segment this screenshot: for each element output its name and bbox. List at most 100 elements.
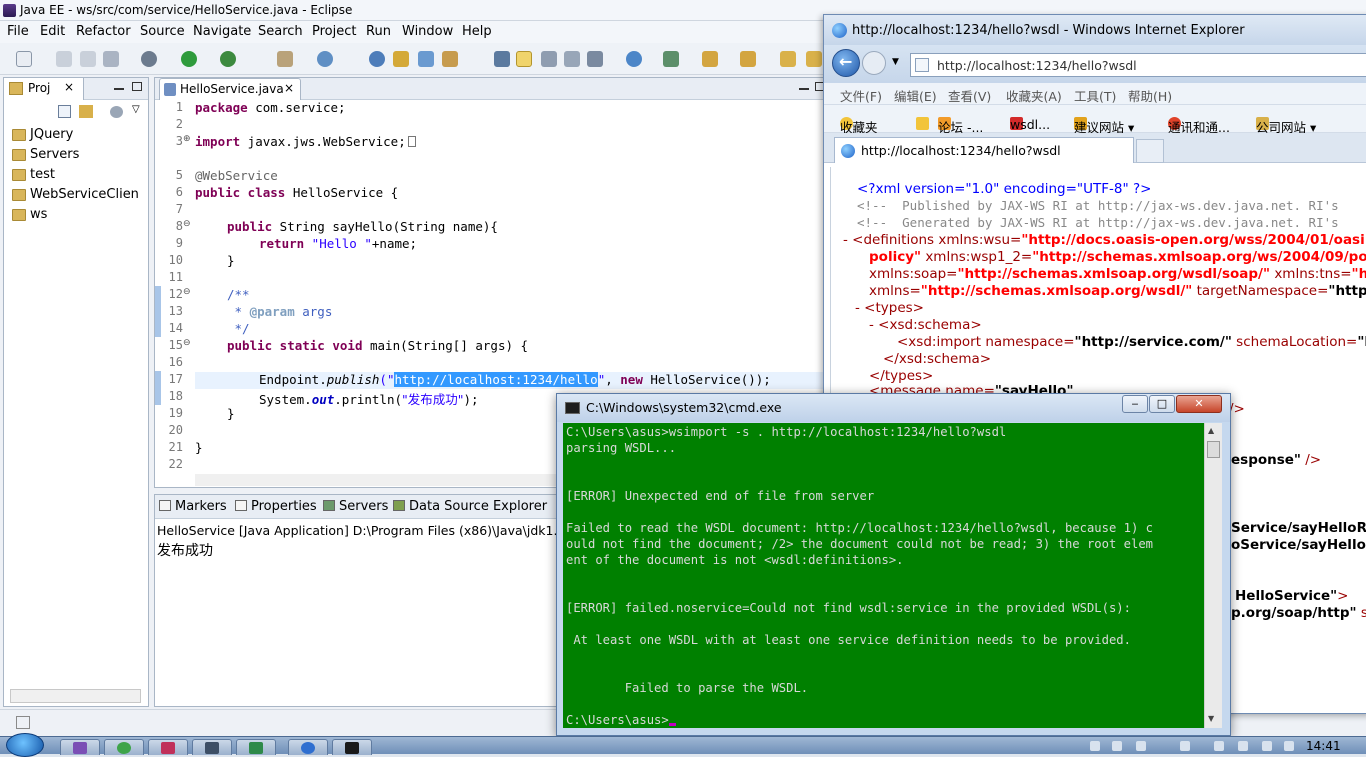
new-icon[interactable] [16,51,32,67]
start-button[interactable] [6,733,44,757]
chevron-down-icon[interactable]: ▽ [132,104,140,115]
tray-icon[interactable] [1112,741,1122,751]
taskbar-tool[interactable] [192,739,232,755]
tab-markers[interactable]: Markers [159,499,227,514]
toggle-icon[interactable] [541,51,557,67]
vertical-scrollbar[interactable]: ▲ ▼ [1204,423,1222,728]
link-editor-icon[interactable] [79,105,93,118]
network-icon[interactable] [1262,741,1272,751]
editor-tab-helloservice[interactable]: HelloService.java × [159,78,301,100]
taskbar-database[interactable] [148,739,188,755]
back-icon[interactable] [780,51,796,67]
close-button[interactable]: ✕ [1176,395,1222,413]
line-number: 15 [168,338,183,352]
ie-tab[interactable]: http://localhost:1234/hello?wsdl [834,137,1134,163]
menu-search[interactable]: Search [258,24,303,39]
new-tab-button[interactable] [1136,139,1164,163]
ie-menu-edit[interactable]: 编辑(E) [894,86,937,105]
history-dropdown-icon[interactable]: ▼ [892,57,899,67]
collapse-all-icon[interactable] [58,105,71,118]
minimize-button[interactable]: ‒ [1122,395,1148,413]
tree-item-servers[interactable]: Servers [12,147,79,165]
project-icon [12,129,26,141]
tab-data-source-explorer[interactable]: Data Source Explorer [393,499,547,514]
menu-file[interactable]: File [7,24,29,39]
clock[interactable]: 14:41 [1306,739,1341,753]
fold-collapse-icon[interactable]: ⊖ [183,338,191,348]
menu-window[interactable]: Window [402,24,453,39]
ie-menu-tools[interactable]: 工具(T) [1074,86,1116,105]
tree-item-ws[interactable]: ws [12,207,47,225]
menu-project[interactable]: Project [312,24,356,39]
tree-item-test[interactable]: test [12,167,55,185]
menu-source[interactable]: Source [140,24,185,39]
horizontal-scrollbar[interactable] [10,689,141,703]
project-explorer-tab[interactable]: Proj × [4,78,84,100]
scroll-down-icon[interactable]: ▼ [1208,714,1214,723]
tray-icon[interactable] [1136,741,1146,751]
prev-annotation-icon[interactable] [740,51,756,67]
fold-collapse-icon[interactable]: ⊖ [183,219,191,229]
ie-menu-view[interactable]: 查看(V) [948,86,991,105]
taskbar-app[interactable] [236,739,276,755]
fold-collapse-icon[interactable]: ⊖ [183,287,191,297]
tree-item-webserviceclient[interactable]: WebServiceClien [12,187,139,205]
ie-menu-favorites[interactable]: 收藏夹(A) [1006,86,1062,105]
close-icon[interactable]: × [284,81,294,95]
perspective-icon[interactable] [663,51,679,67]
tray-icon[interactable] [1180,741,1190,751]
volume-icon[interactable] [1284,741,1294,751]
menu-edit[interactable]: Edit [40,24,65,39]
taskbar-chrome[interactable] [104,739,144,755]
tab-properties[interactable]: Properties [235,499,317,514]
fold-expand-icon[interactable]: ⊕ [183,134,191,144]
maximize-icon[interactable] [132,82,142,91]
tree-item-jquery[interactable]: JQuery [12,127,73,145]
ie-menu-help[interactable]: 帮助(H) [1128,86,1172,105]
save-icon[interactable] [56,51,72,67]
ie-menu-file[interactable]: 文件(F) [840,86,882,105]
new-server-icon[interactable] [277,51,293,67]
debug-icon[interactable] [141,51,157,67]
taskbar-cmd[interactable] [332,739,372,755]
tab-servers[interactable]: Servers [323,499,388,514]
address-bar[interactable]: http://localhost:1234/hello?wsdl [910,53,1366,77]
scroll-thumb[interactable] [1207,441,1220,458]
globe-icon[interactable] [626,51,642,67]
save-all-icon[interactable] [80,51,96,67]
tray-icon[interactable] [1238,741,1248,751]
scroll-up-icon[interactable]: ▲ [1208,426,1214,435]
run-external-icon[interactable] [220,51,236,67]
web-icon[interactable] [418,51,434,67]
minimize-icon[interactable] [114,88,124,90]
next-annotation-icon[interactable] [702,51,718,67]
line-number: 5 [175,168,183,182]
forward-icon[interactable] [806,51,822,67]
whitespace-icon[interactable] [587,51,603,67]
taskbar-visual-studio[interactable] [60,739,100,755]
forward-arrow-icon[interactable] [862,51,886,75]
menu-refactor[interactable]: Refactor [76,24,131,39]
block-icon[interactable] [564,51,580,67]
view-menu-icon[interactable] [110,106,123,118]
menu-run[interactable]: Run [366,24,391,39]
mark-icon[interactable] [494,51,510,67]
search-tool-icon[interactable] [442,51,458,67]
menu-help[interactable]: Help [462,24,492,39]
close-icon[interactable]: × [64,80,74,94]
run-icon[interactable] [181,51,197,67]
cmd-output[interactable]: C:\Users\asus>wsimport -s . http://local… [563,423,1204,728]
print-icon[interactable] [103,51,119,67]
menu-navigate[interactable]: Navigate [193,24,251,39]
taskbar-ie[interactable] [288,739,328,755]
fast-view-icon[interactable] [16,716,30,729]
highlight-icon[interactable] [516,51,532,67]
maximize-button[interactable]: □ [1149,395,1175,413]
tray-icon[interactable] [1214,741,1224,751]
new-class-icon[interactable] [317,51,333,67]
tray-icon[interactable] [1090,741,1100,751]
minimize-icon[interactable] [799,88,809,90]
open-folder-icon[interactable] [393,51,409,67]
back-arrow-icon[interactable] [832,49,860,77]
open-type-icon[interactable] [369,51,385,67]
